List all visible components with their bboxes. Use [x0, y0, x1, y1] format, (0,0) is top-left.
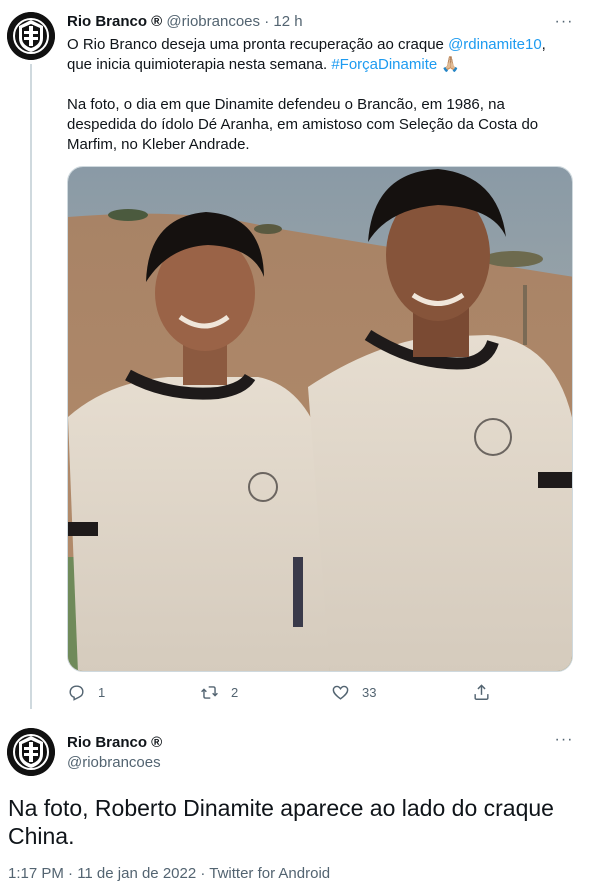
- share-button[interactable]: [472, 683, 503, 702]
- retweet-count: 2: [231, 685, 239, 700]
- header-separator: ·: [264, 13, 270, 30]
- club-crest-icon: [7, 12, 55, 60]
- more-icon: ···: [554, 13, 574, 30]
- author-name[interactable]: Rio Branco ®: [67, 13, 162, 30]
- like-button[interactable]: 33: [331, 683, 376, 702]
- more-options-button[interactable]: ···: [554, 730, 574, 750]
- mention-link[interactable]: @rdinamite10: [448, 36, 542, 53]
- share-icon: [474, 684, 489, 700]
- author-handle[interactable]: @riobrancoes: [67, 754, 161, 771]
- like-count: 33: [362, 685, 377, 700]
- reply-count: 1: [98, 685, 106, 700]
- tweet-header: Rio Branco ® @riobrancoes · 12 h: [67, 13, 303, 30]
- club-crest-icon: [7, 728, 55, 776]
- retweet-icon: [201, 686, 218, 699]
- author-name[interactable]: Rio Branco ®: [67, 734, 162, 751]
- more-icon: ···: [554, 731, 574, 748]
- tweet-time[interactable]: 12 h: [273, 13, 302, 30]
- heart-icon: [332, 685, 349, 700]
- author-handle[interactable]: @riobrancoes: [166, 13, 260, 30]
- avatar[interactable]: [7, 728, 55, 776]
- tweet-metadata[interactable]: 1:17 PM · 11 de jan de 2022 · Twitter fo…: [8, 865, 330, 882]
- tweet-photo[interactable]: [67, 166, 573, 672]
- reply-button[interactable]: 1: [67, 683, 105, 702]
- hashtag-link[interactable]: #ForçaDinamite: [331, 56, 437, 73]
- retweet-button[interactable]: 2: [200, 683, 238, 702]
- tweet-actions: 1 2 33: [67, 683, 497, 707]
- tweet-text-paragraph: Na foto, o dia em que Dinamite defendeu …: [67, 96, 539, 153]
- tweet-text-part: O Rio Branco deseja uma pronta recuperaç…: [67, 36, 449, 53]
- reply-icon: [69, 685, 84, 701]
- praying-hands-emoji: 🙏🏼: [441, 56, 461, 73]
- tweet-text: O Rio Branco deseja uma pronta recuperaç…: [67, 35, 572, 155]
- vintage-football-photo: [68, 167, 572, 671]
- tweet-text: Na foto, Roberto Dinamite aparece ao lad…: [8, 795, 554, 849]
- avatar[interactable]: [7, 12, 55, 60]
- more-options-button[interactable]: ···: [554, 12, 574, 32]
- thread-connector-line: [30, 64, 32, 709]
